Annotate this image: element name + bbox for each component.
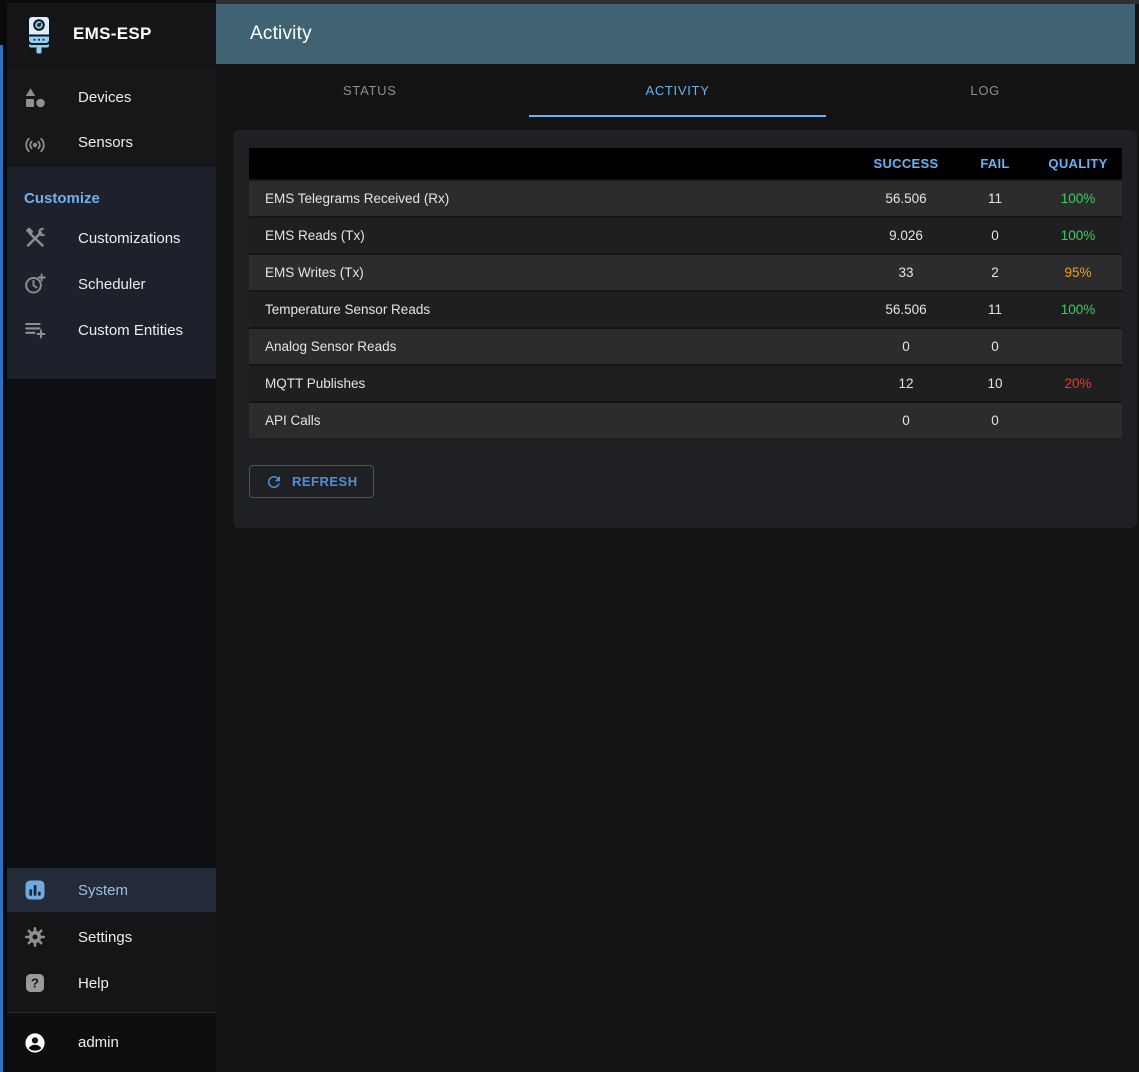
username-label: admin [78, 1034, 119, 1051]
sidebar-item-label: Devices [78, 89, 131, 106]
quality-column-header: QUALITY [1034, 156, 1122, 171]
sidebar: EMS-ESP Devices [0, 0, 216, 1072]
metric-label: EMS Writes (Tx) [249, 265, 856, 280]
activity-card: SUCCESS FAIL QUALITY EMS Telegrams Recei… [233, 130, 1137, 528]
table-row: Temperature Sensor Reads 56.506 11 100% [249, 290, 1122, 327]
success-value: 9.026 [856, 228, 956, 243]
sidebar-item-custom-entities[interactable]: Custom Entities [7, 307, 216, 353]
sidebar-item-label: Custom Entities [78, 322, 183, 339]
sidebar-item-customizations[interactable]: Customizations [7, 215, 216, 261]
sidebar-item-sensors[interactable]: Sensors [7, 120, 216, 165]
sidebar-item-devices[interactable]: Devices [7, 75, 216, 120]
tab-status[interactable]: STATUS [216, 64, 524, 117]
sidebar-item-label: Scheduler [78, 276, 146, 293]
tab-activity[interactable]: ACTIVITY [524, 64, 832, 117]
success-value: 0 [856, 413, 956, 428]
help-icon: ? [23, 971, 47, 995]
gear-icon [23, 925, 47, 949]
fail-value: 0 [956, 413, 1034, 428]
table-header-row: SUCCESS FAIL QUALITY [249, 148, 1122, 179]
refresh-button-label: REFRESH [292, 474, 358, 489]
success-value: 56.506 [856, 191, 956, 206]
activity-table: SUCCESS FAIL QUALITY EMS Telegrams Recei… [249, 148, 1122, 438]
success-value: 12 [856, 376, 956, 391]
sidebar-item-label: System [78, 882, 128, 899]
metric-label: EMS Reads (Tx) [249, 228, 856, 243]
metric-label: API Calls [249, 413, 856, 428]
sidebar-item-help[interactable]: ? Help [7, 960, 216, 1006]
sidebar-item-scheduler[interactable]: Scheduler [7, 261, 216, 307]
sidebar-spacer [7, 379, 216, 868]
sidebar-item-label: Customizations [78, 230, 181, 247]
quality-value: 100% [1034, 191, 1122, 206]
tab-log[interactable]: LOG [831, 64, 1139, 117]
left-edge-accent-line [0, 45, 3, 1072]
metric-label: Temperature Sensor Reads [249, 302, 856, 317]
account-circle-icon [23, 1031, 47, 1055]
fail-column-header: FAIL [956, 156, 1034, 171]
sidebar-item-label: Settings [78, 929, 132, 946]
quality-value: 100% [1034, 228, 1122, 243]
refresh-button[interactable]: REFRESH [249, 465, 374, 498]
table-row: Analog Sensor Reads 0 0 [249, 327, 1122, 364]
success-value: 56.506 [856, 302, 956, 317]
customize-section-label: Customize [7, 167, 216, 215]
quality-value: 95% [1034, 265, 1122, 280]
sidebar-item-label: Help [78, 975, 109, 992]
app-logo-header[interactable]: EMS-ESP [7, 3, 216, 66]
refresh-icon [265, 473, 283, 491]
svg-text:?: ? [31, 976, 39, 991]
fail-value: 10 [956, 376, 1034, 391]
quality-value: 100% [1034, 302, 1122, 317]
metric-label: MQTT Publishes [249, 376, 856, 391]
sidebar-item-label: Sensors [78, 134, 133, 151]
table-row: API Calls 0 0 [249, 401, 1122, 438]
fail-value: 0 [956, 339, 1034, 354]
fail-value: 2 [956, 265, 1034, 280]
category-icon [23, 86, 47, 110]
sidebar-system-selected: System [7, 868, 216, 912]
table-row: EMS Reads (Tx) 9.026 0 100% [249, 216, 1122, 253]
construction-icon [23, 226, 47, 250]
user-menu-admin[interactable]: admin [7, 1013, 216, 1072]
table-row: EMS Telegrams Received (Rx) 56.506 11 10… [249, 179, 1122, 216]
success-value: 0 [856, 339, 956, 354]
tab-bar: STATUS ACTIVITY LOG [216, 64, 1139, 117]
fail-value: 0 [956, 228, 1034, 243]
success-value: 33 [856, 265, 956, 280]
fail-value: 11 [956, 191, 1034, 206]
playlist-add-icon [23, 318, 47, 342]
sidebar-item-settings[interactable]: Settings [7, 914, 216, 960]
sidebar-customize-section: Customize Customizations [7, 167, 216, 379]
analytics-icon [23, 878, 47, 902]
metric-label: Analog Sensor Reads [249, 339, 856, 354]
app-title: EMS-ESP [73, 24, 152, 44]
sidebar-bottom-menu: Settings ? Help [7, 912, 216, 1012]
sidebar-main-menu: Devices Sensors [7, 66, 216, 167]
ems-esp-app: EMS-ESP Devices [0, 0, 1139, 1072]
content-area: SUCCESS FAIL QUALITY EMS Telegrams Recei… [216, 117, 1139, 1072]
sidebar-item-system[interactable]: System [7, 868, 216, 912]
sensors-icon [23, 131, 47, 155]
metric-label: EMS Telegrams Received (Rx) [249, 191, 856, 206]
quality-value: 20% [1034, 376, 1122, 391]
table-row: MQTT Publishes 12 10 20% [249, 364, 1122, 401]
boiler-logo-icon [22, 14, 56, 54]
sidebar-user-section: admin [7, 1013, 216, 1072]
main-area: Activity STATUS ACTIVITY LOG SUCCESS FAI… [216, 0, 1139, 1072]
success-column-header: SUCCESS [856, 156, 956, 171]
table-row: EMS Writes (Tx) 33 2 95% [249, 253, 1122, 290]
fail-value: 11 [956, 302, 1034, 317]
more-time-icon [23, 272, 47, 296]
appbar: Activity [216, 4, 1135, 64]
page-title: Activity [250, 23, 312, 45]
